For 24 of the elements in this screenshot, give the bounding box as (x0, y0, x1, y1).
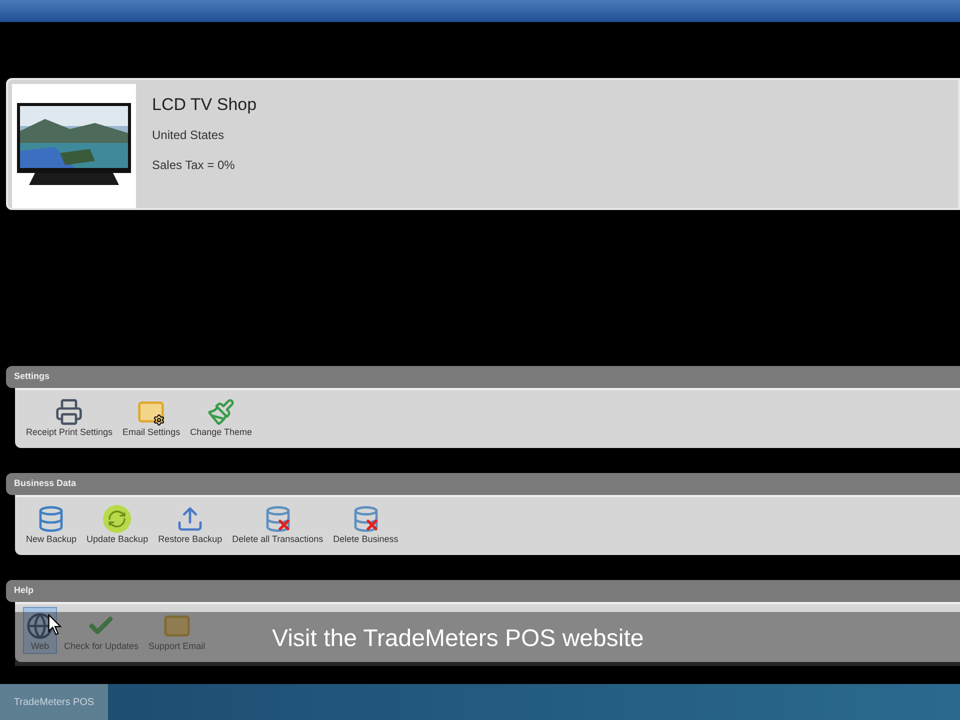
database-delete-icon (352, 504, 380, 532)
refresh-icon (103, 504, 132, 532)
database-icon (37, 504, 66, 532)
section-title: Help (14, 584, 34, 598)
upload-icon (176, 504, 204, 532)
toolbar-button[interactable]: Delete all Transactions (229, 500, 326, 547)
shop-name: LCD TV Shop (152, 94, 257, 116)
toolbar-button[interactable]: New Backup (23, 500, 80, 547)
section-title: Settings (14, 370, 50, 384)
brush-icon (207, 398, 236, 426)
toolbar-button[interactable]: Update Backup (84, 500, 152, 547)
printer-icon (55, 398, 84, 426)
toolbar-button[interactable]: Receipt Print Settings (23, 392, 116, 440)
toolbar-button[interactable]: Delete Business (330, 500, 402, 547)
sales-tax: Sales Tax = 0% (152, 156, 236, 174)
database-delete-icon (264, 504, 292, 532)
toolbar-button[interactable]: Email Settings (120, 392, 184, 440)
toolbar-button[interactable]: Restore Backup (155, 500, 226, 547)
shop-country: United States (152, 126, 226, 144)
section-title: Business Data (14, 477, 76, 490)
caption-text: Visit the TradeMeters POS website (272, 624, 644, 654)
toolbar-button[interactable]: Change Theme (187, 392, 255, 440)
globe-icon (26, 612, 54, 640)
cursor-icon (48, 614, 62, 636)
